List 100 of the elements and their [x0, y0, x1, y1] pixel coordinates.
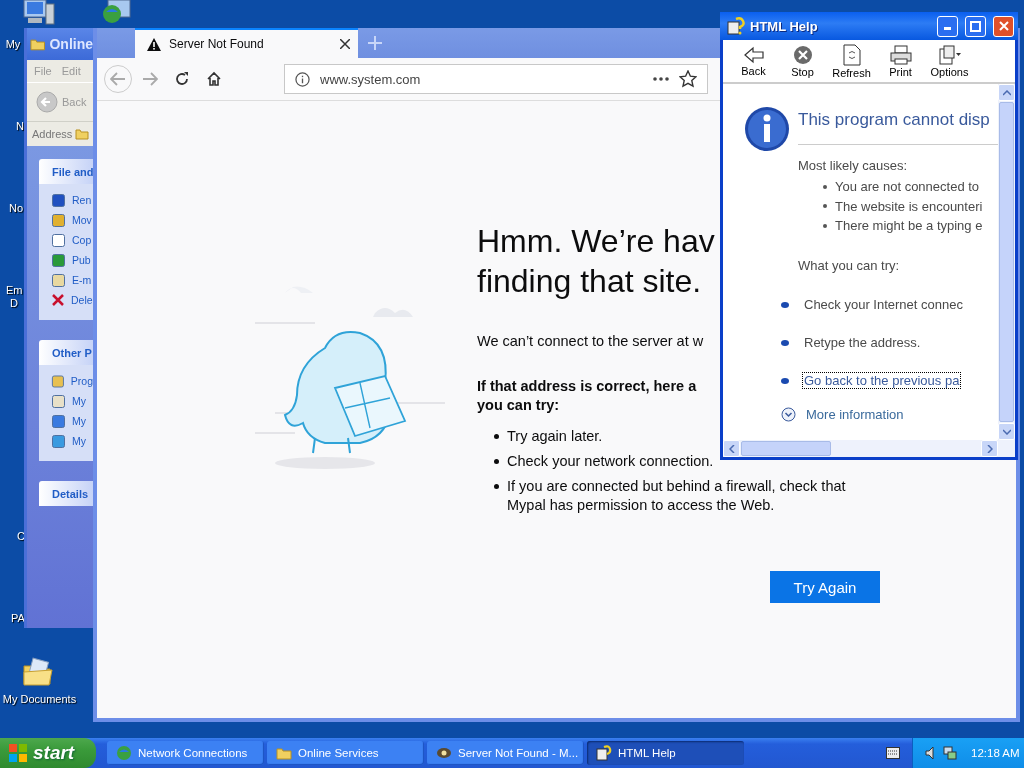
task-link[interactable]: Dele — [71, 294, 93, 306]
clock: 12:18 AM — [971, 747, 1020, 759]
window-title: Online — [49, 36, 93, 52]
bullet-icon — [494, 459, 499, 464]
task-link[interactable]: Cop — [72, 234, 92, 246]
scroll-up-button[interactable] — [998, 84, 1015, 101]
options-icon — [937, 44, 962, 65]
desktop-icon-label[interactable]: My Documents — [2, 693, 77, 706]
refresh-icon — [842, 43, 861, 66]
help-icon — [596, 745, 612, 761]
start-button[interactable]: start — [0, 738, 96, 768]
more-icon[interactable] — [653, 77, 669, 81]
back-icon — [742, 45, 765, 64]
folder-icon[interactable] — [22, 656, 54, 688]
task-link[interactable]: Prog — [70, 375, 93, 387]
print-icon — [889, 44, 912, 65]
warning-icon — [147, 37, 161, 51]
desktop-icon-label[interactable]: C — [16, 530, 26, 543]
chevron-down-icon[interactable] — [781, 406, 796, 422]
minimize-button[interactable] — [937, 15, 958, 37]
toolbar-button[interactable]: Refresh — [827, 43, 876, 79]
file-icon — [51, 272, 66, 288]
bullet-icon — [781, 301, 789, 308]
error-message: We can’t connect to the server at w — [477, 333, 704, 349]
chevron-right-icon — [986, 444, 993, 453]
toolbar-button[interactable]: Options — [925, 44, 974, 78]
close-icon[interactable] — [340, 39, 350, 49]
try-again-button[interactable]: Try Again — [770, 571, 880, 603]
home-icon — [206, 71, 222, 87]
network-status-icon[interactable] — [943, 746, 957, 760]
computer-icon[interactable] — [22, 0, 56, 26]
page-heading: Hmm. We’re hav finding that site. — [477, 222, 715, 301]
panel-header[interactable]: Details — [39, 481, 93, 506]
task-link[interactable]: E-m — [72, 274, 92, 286]
desktop-icon-label[interactable]: PA — [11, 612, 25, 625]
stop-icon — [792, 44, 813, 65]
bullet-icon — [781, 377, 789, 384]
maximize-icon — [970, 20, 981, 32]
close-button[interactable] — [993, 15, 1014, 37]
task-link[interactable]: My — [72, 435, 86, 447]
taskbar-button[interactable]: Network Connections — [107, 741, 264, 765]
task-link[interactable]: My — [72, 395, 86, 407]
task-link[interactable]: Mov — [72, 214, 92, 226]
browser-tab[interactable]: Server Not Found — [135, 28, 358, 58]
bullet-icon — [494, 434, 499, 439]
scroll-right-button[interactable] — [981, 440, 998, 457]
arrow-right-icon — [142, 72, 158, 86]
close-icon — [998, 21, 1009, 31]
panel-header[interactable]: File and — [39, 159, 93, 184]
vertical-scrollbar[interactable] — [998, 84, 1015, 457]
causes-label: Most likely causes: — [798, 158, 909, 173]
keyboard-icon[interactable] — [886, 747, 900, 759]
scroll-down-button[interactable] — [998, 423, 1015, 440]
bullet-icon — [781, 339, 789, 346]
task-link[interactable]: Pub — [72, 254, 91, 266]
file-icon — [51, 413, 66, 429]
toolbar-button[interactable]: Stop — [778, 44, 827, 78]
bullet-icon — [823, 223, 827, 228]
horizontal-scrollbar[interactable] — [723, 440, 998, 457]
suggestion-link[interactable]: Go back to the previous pa — [802, 372, 962, 389]
desktop-icon-label[interactable]: My — [5, 38, 21, 51]
toolbar-button[interactable]: Print — [876, 44, 925, 78]
taskbar-button[interactable]: Online Services — [267, 741, 424, 765]
desktop-icon-label[interactable]: Em D — [6, 284, 22, 310]
more-information-link[interactable]: More information — [806, 406, 904, 422]
suggestion-item: Try again later. — [507, 427, 603, 446]
arrow-left-icon — [110, 72, 126, 86]
suggestion-item: If you are connected but behind a firewall, check that Mypal has permission to access the Web. — [507, 477, 847, 515]
network-icon[interactable] — [100, 0, 134, 26]
scroll-left-button[interactable] — [723, 440, 740, 457]
taskbar-button[interactable]: HTML Help — [587, 741, 744, 765]
chevron-left-icon — [728, 444, 735, 453]
info-icon — [744, 106, 790, 152]
file-icon — [51, 393, 66, 409]
file-icon — [51, 373, 65, 389]
maximize-button[interactable] — [965, 15, 986, 37]
cause-item: There might be a typing e — [835, 217, 983, 235]
file-icon — [51, 192, 66, 208]
info-icon — [295, 71, 310, 87]
reload-icon — [174, 71, 190, 87]
desktop-icon-label[interactable]: N — [15, 120, 25, 133]
panel-header[interactable]: Other P — [39, 340, 93, 365]
delete-icon — [51, 293, 65, 307]
globe-icon — [116, 745, 132, 761]
suggestion-link[interactable]: Check your Internet connec — [802, 296, 965, 313]
toolbar-button[interactable]: Back — [729, 45, 778, 77]
task-link[interactable]: Ren — [72, 194, 92, 206]
chevron-down-icon — [1002, 428, 1011, 435]
file-icon — [51, 252, 66, 268]
suggestion-item: Check your network connection. — [507, 452, 714, 471]
suggestion-link[interactable]: Retype the address. — [802, 334, 923, 351]
help-icon — [727, 17, 745, 35]
task-link[interactable]: My — [72, 415, 86, 427]
address-field[interactable]: www.system.com — [284, 64, 708, 94]
taskbar-button[interactable]: Server Not Found - M... — [427, 741, 584, 765]
desktop-icon-label[interactable]: No — [9, 202, 23, 215]
file-icon — [51, 212, 66, 228]
flag-icon — [8, 743, 28, 763]
star-icon[interactable] — [679, 70, 697, 88]
folder-icon — [276, 746, 292, 760]
